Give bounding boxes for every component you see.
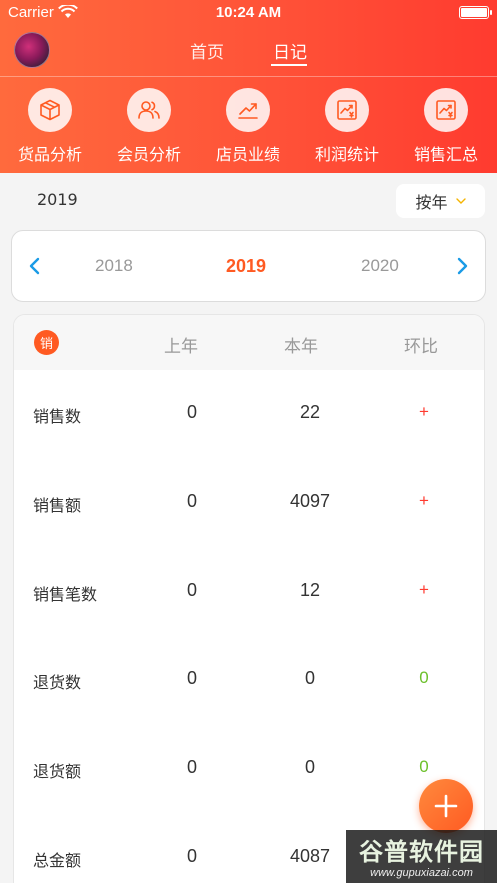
table-row: 销售笔数 0 12 + [14, 548, 484, 637]
row-this-year-value: 22 [299, 402, 321, 422]
row-last-year-value: 0 [187, 402, 198, 422]
row-label: 销售笔数 [33, 585, 98, 604]
row-label: 总金额 [33, 851, 82, 870]
box-icon [40, 99, 60, 121]
selected-year-label: 2019 [37, 190, 78, 209]
status-bar: Carrier 10:24 AM [0, 0, 497, 26]
header-last-year: 上年 [164, 337, 198, 357]
trend-chart-icon [238, 103, 258, 119]
row-this-year-value: 0 [304, 668, 315, 688]
sales-badge: 销 [34, 330, 59, 355]
row-last-year-value: 0 [187, 757, 198, 777]
func-profit-stats[interactable]: 利润统计 [302, 88, 392, 165]
row-last-year-value: 0 [187, 668, 198, 688]
row-this-year-value: 12 [299, 580, 321, 600]
func-label: 货品分析 [17, 145, 82, 164]
year-picker: 2018 2019 2020 [11, 230, 486, 302]
chevron-right-icon[interactable] [457, 257, 469, 275]
row-this-year-value: 4097 [289, 491, 331, 511]
year-option-prev[interactable]: 2018 [95, 256, 133, 276]
watermark: 谷普软件园 www.gupuxiazai.com [346, 830, 497, 883]
func-label: 会员分析 [116, 145, 181, 164]
row-ratio-value: 0 [419, 668, 429, 687]
battery-icon [459, 6, 492, 19]
watermark-title: 谷普软件园 [359, 838, 484, 866]
row-last-year-value: 0 [187, 491, 198, 511]
table-row: 退货数 0 0 0 [14, 636, 484, 725]
chevron-left-icon[interactable] [28, 257, 40, 275]
row-label: 退货数 [33, 673, 82, 692]
row-label: 销售额 [33, 496, 82, 515]
row-ratio-value: + [419, 402, 429, 421]
members-icon [138, 101, 160, 119]
row-ratio-value: 0 [419, 757, 429, 776]
func-sales-summary[interactable]: 销售汇总 [401, 88, 491, 165]
table-row: 销售额 0 4097 + [14, 459, 484, 548]
profit-chart-icon [337, 100, 357, 120]
chevron-down-icon [455, 198, 466, 204]
sales-stats-table: 销 上年 本年 环比 销售数 0 22 + 销售额 0 4097 + 销售笔数 … [13, 314, 485, 883]
tab-home[interactable]: 首页 [190, 38, 224, 63]
table-row: 销售数 0 22 + [14, 370, 484, 459]
clock: 10:24 AM [215, 4, 282, 21]
year-option-next[interactable]: 2020 [361, 256, 399, 276]
tab-diary[interactable]: 日记 [273, 38, 307, 63]
sales-summary-icon [436, 100, 456, 120]
table-row: 退货额 0 0 0 [14, 725, 484, 814]
row-last-year-value: 0 [187, 580, 198, 600]
row-ratio-value: + [419, 491, 429, 510]
period-select[interactable]: 按年 [396, 184, 485, 218]
func-staff-performance[interactable]: 店员业绩 [203, 88, 293, 165]
row-this-year-value: 0 [304, 757, 315, 777]
app-header: Carrier 10:24 AM 首页 日记 货品分析 会员分析 店员业绩 利润… [0, 0, 497, 173]
active-tab-indicator [271, 64, 307, 66]
row-label: 退货额 [33, 762, 82, 781]
year-option-current[interactable]: 2019 [226, 256, 266, 277]
row-last-year-value: 0 [187, 846, 198, 866]
period-select-label: 按年 [415, 193, 448, 212]
func-goods-analysis[interactable]: 货品分析 [5, 88, 95, 165]
func-label: 销售汇总 [413, 145, 478, 164]
row-ratio-value: + [419, 580, 429, 599]
plus-icon [434, 794, 458, 818]
header-this-year: 本年 [284, 337, 318, 357]
avatar[interactable] [14, 32, 50, 68]
func-member-analysis[interactable]: 会员分析 [104, 88, 194, 165]
watermark-url: www.gupuxiazai.com [370, 867, 473, 879]
func-label: 利润统计 [314, 145, 379, 164]
func-label: 店员业绩 [215, 145, 280, 164]
header-divider [0, 76, 497, 77]
header-ratio: 环比 [404, 337, 438, 357]
row-label: 销售数 [33, 407, 82, 426]
add-button[interactable] [419, 779, 473, 833]
table-header: 销 上年 本年 环比 [14, 315, 484, 370]
